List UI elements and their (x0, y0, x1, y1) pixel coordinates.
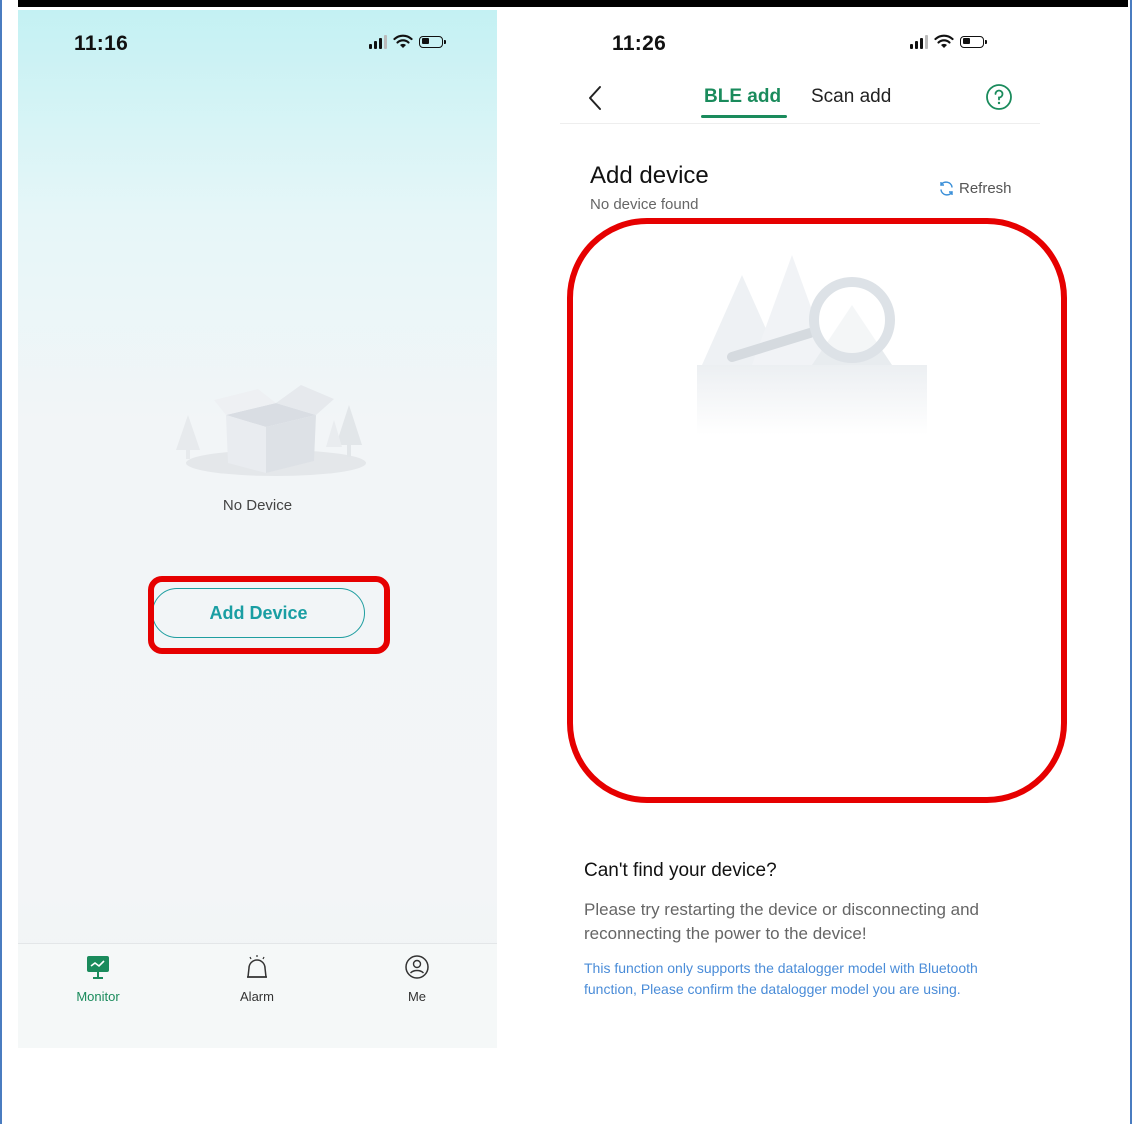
help-title: Can't find your device? (584, 860, 777, 881)
nav-divider (560, 123, 1040, 124)
battery-icon (960, 35, 987, 48)
alarm-bell-icon (247, 955, 267, 978)
refresh-label: Refresh (959, 180, 1012, 197)
page-subtitle: No device found (590, 196, 699, 213)
status-icons (910, 34, 987, 49)
help-icon[interactable] (985, 83, 1013, 111)
tab-ble-add[interactable]: BLE add (704, 86, 781, 108)
back-chevron-icon[interactable] (586, 84, 606, 112)
monitor-icon (87, 956, 109, 979)
tab-alarm[interactable]: Alarm (207, 954, 307, 1004)
searching-magnifier-illustration (697, 255, 927, 435)
signal-icon (910, 34, 928, 49)
add-device-button[interactable]: Add Device (152, 588, 365, 638)
bottom-tab-bar: Monitor Alarm Me (18, 943, 497, 1048)
status-time: 11:16 (74, 32, 129, 55)
active-tab-underline (701, 115, 787, 118)
signal-icon (369, 34, 387, 49)
top-border-bar (18, 0, 1128, 7)
status-time: 11:26 (612, 32, 667, 55)
wifi-icon (393, 34, 413, 48)
tab-monitor[interactable]: Monitor (48, 954, 148, 1004)
help-text: Please try restarting the device or disc… (584, 900, 980, 943)
status-icons (369, 34, 446, 49)
tab-label-alarm: Alarm (240, 989, 274, 1004)
right-phone-screen: 11:26 BLE add Scan add Add device No dev… (560, 10, 1040, 1048)
tab-label-me: Me (407, 989, 427, 1004)
battery-icon (419, 35, 446, 48)
refresh-icon (940, 181, 953, 196)
tab-me[interactable]: Me (367, 954, 467, 1004)
tab-label-monitor: Monitor (76, 989, 120, 1004)
no-device-label: No Device (222, 497, 293, 514)
left-phone-screen: 11:16 No Device Add Device Monitor Alarm… (18, 10, 497, 1048)
empty-box-illustration (176, 385, 366, 476)
refresh-button[interactable]: Refresh (938, 180, 1012, 197)
help-note: This function only supports the datalogg… (584, 960, 978, 997)
page-title: Add device (590, 162, 709, 189)
wifi-icon (934, 34, 954, 48)
user-icon (405, 955, 429, 979)
tab-scan-add[interactable]: Scan add (811, 86, 891, 108)
